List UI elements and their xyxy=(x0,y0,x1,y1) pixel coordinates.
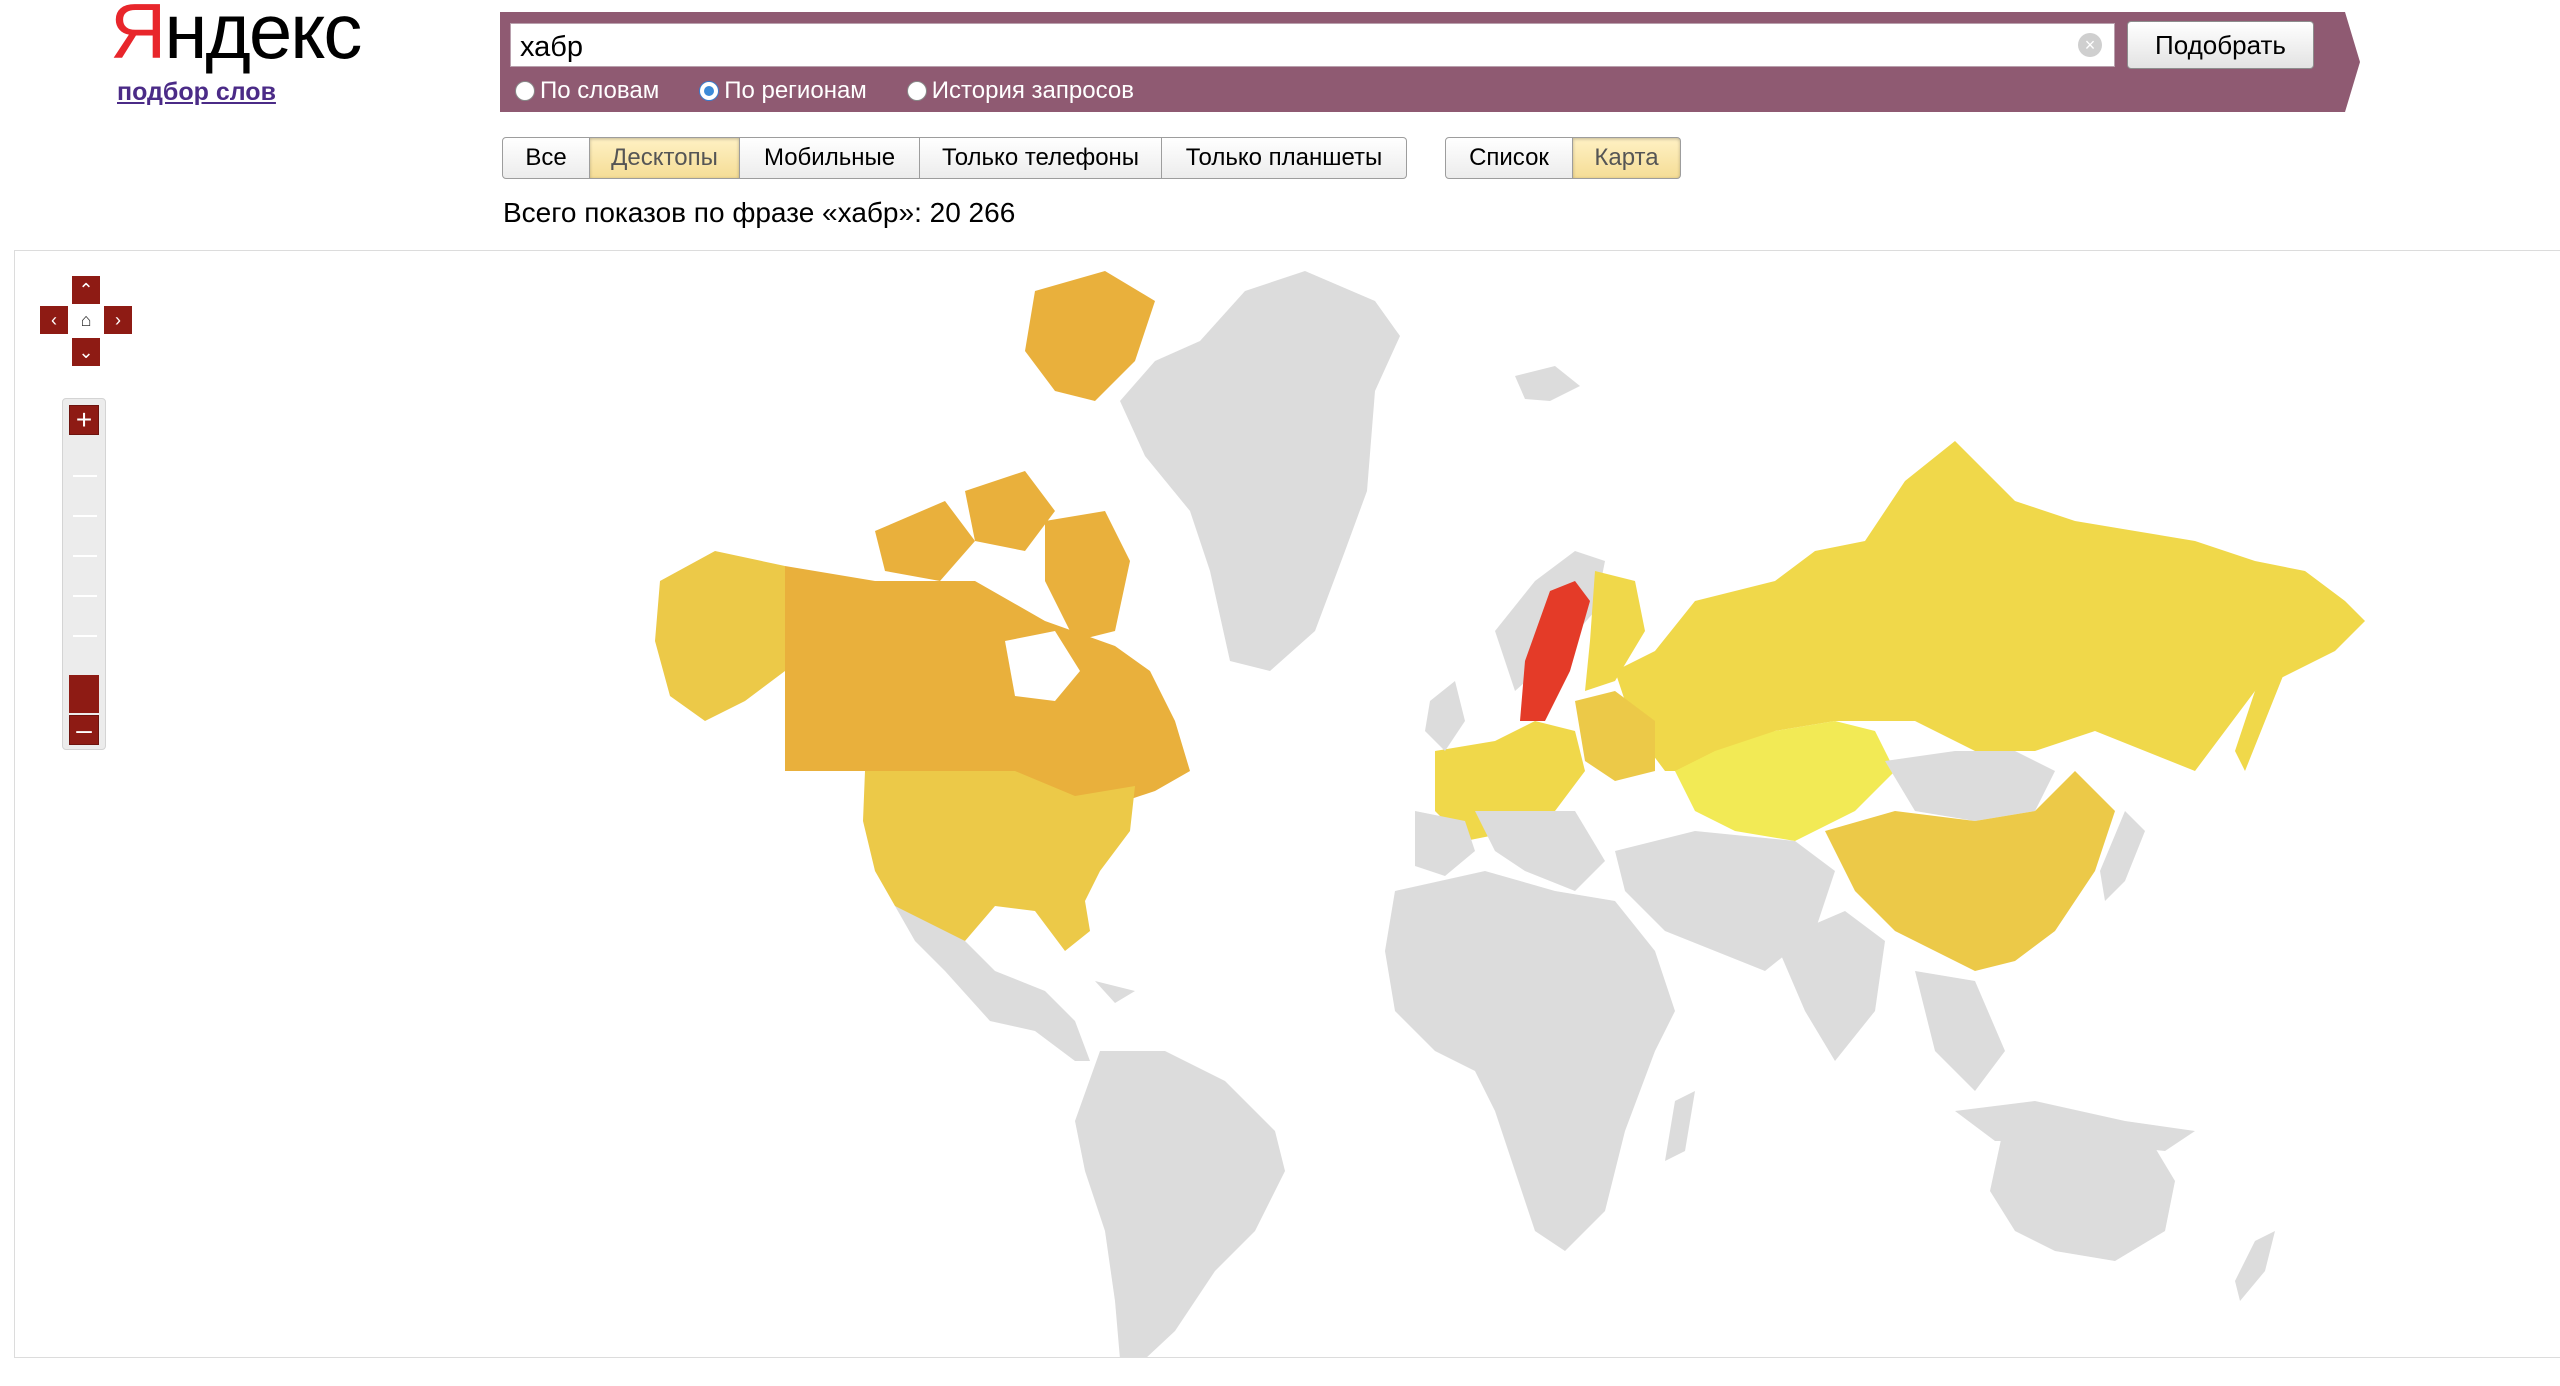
arrow-left-icon[interactable]: ‹ xyxy=(40,306,68,334)
radio-icon xyxy=(906,81,927,101)
region-alaska xyxy=(655,551,785,721)
tab-desktops[interactable]: Десктопы xyxy=(590,137,740,179)
zoom-in-button[interactable]: + xyxy=(69,405,99,435)
zoom-tick xyxy=(73,635,97,637)
zoom-tick xyxy=(73,555,97,557)
region-greenland xyxy=(1120,271,1400,671)
zoom-tick xyxy=(73,475,97,477)
region-usa xyxy=(863,771,1135,951)
tab-list[interactable]: Список xyxy=(1445,137,1573,179)
region-mongolia xyxy=(1885,751,2055,821)
zoom-slider[interactable]: + – xyxy=(62,398,106,750)
search-input[interactable] xyxy=(510,23,2115,67)
zoom-out-button[interactable]: – xyxy=(69,715,99,745)
tab-phones[interactable]: Только телефоны xyxy=(920,137,1162,179)
device-tabs: Все Десктопы Мобильные Только телефоны Т… xyxy=(502,137,1407,179)
region-canada-islands xyxy=(1025,271,1155,401)
zoom-handle[interactable] xyxy=(69,675,99,713)
region-iceland xyxy=(1515,366,1580,401)
mode-radio-words[interactable]: По словам xyxy=(515,77,659,105)
zoom-tick xyxy=(73,515,97,517)
mode-radio-regions[interactable]: По регионам xyxy=(699,77,867,105)
view-tabs: Список Карта xyxy=(1445,137,1681,179)
wordstat-link[interactable]: подбор слов xyxy=(117,78,276,107)
zoom-tick xyxy=(73,595,97,597)
clear-icon[interactable]: × xyxy=(2078,33,2102,57)
mode-radio-group: По словам По регионам История запросов xyxy=(515,74,1174,108)
region-africa xyxy=(1385,871,1675,1251)
tab-all[interactable]: Все xyxy=(502,137,590,179)
arrow-up-icon[interactable]: ⌃ xyxy=(72,276,100,304)
tab-tablets[interactable]: Только планшеты xyxy=(1162,137,1407,179)
total-impressions: Всего показов по фразе «хабр»: 20 266 xyxy=(503,197,1016,228)
region-se-asia xyxy=(1915,971,2005,1091)
radio-selected-icon xyxy=(699,81,720,101)
home-icon[interactable]: ⌂ xyxy=(72,306,100,334)
mode-radio-history[interactable]: История запросов xyxy=(906,77,1134,105)
submit-button[interactable]: Подобрать xyxy=(2127,21,2314,69)
world-map[interactable] xyxy=(15,251,2560,1358)
region-uk xyxy=(1425,681,1465,751)
yandex-logo[interactable]: Яндекс xyxy=(110,0,362,70)
map-panel[interactable] xyxy=(14,250,2560,1358)
tab-mobile[interactable]: Мобильные xyxy=(740,137,920,179)
region-new-zealand xyxy=(2235,1231,2275,1301)
tab-map[interactable]: Карта xyxy=(1573,137,1681,179)
radio-icon xyxy=(515,81,535,101)
arrow-down-icon[interactable]: ⌄ xyxy=(72,338,100,366)
arrow-right-icon[interactable]: › xyxy=(104,306,132,334)
region-madagascar xyxy=(1665,1091,1695,1161)
region-south-america xyxy=(1075,1051,1285,1357)
